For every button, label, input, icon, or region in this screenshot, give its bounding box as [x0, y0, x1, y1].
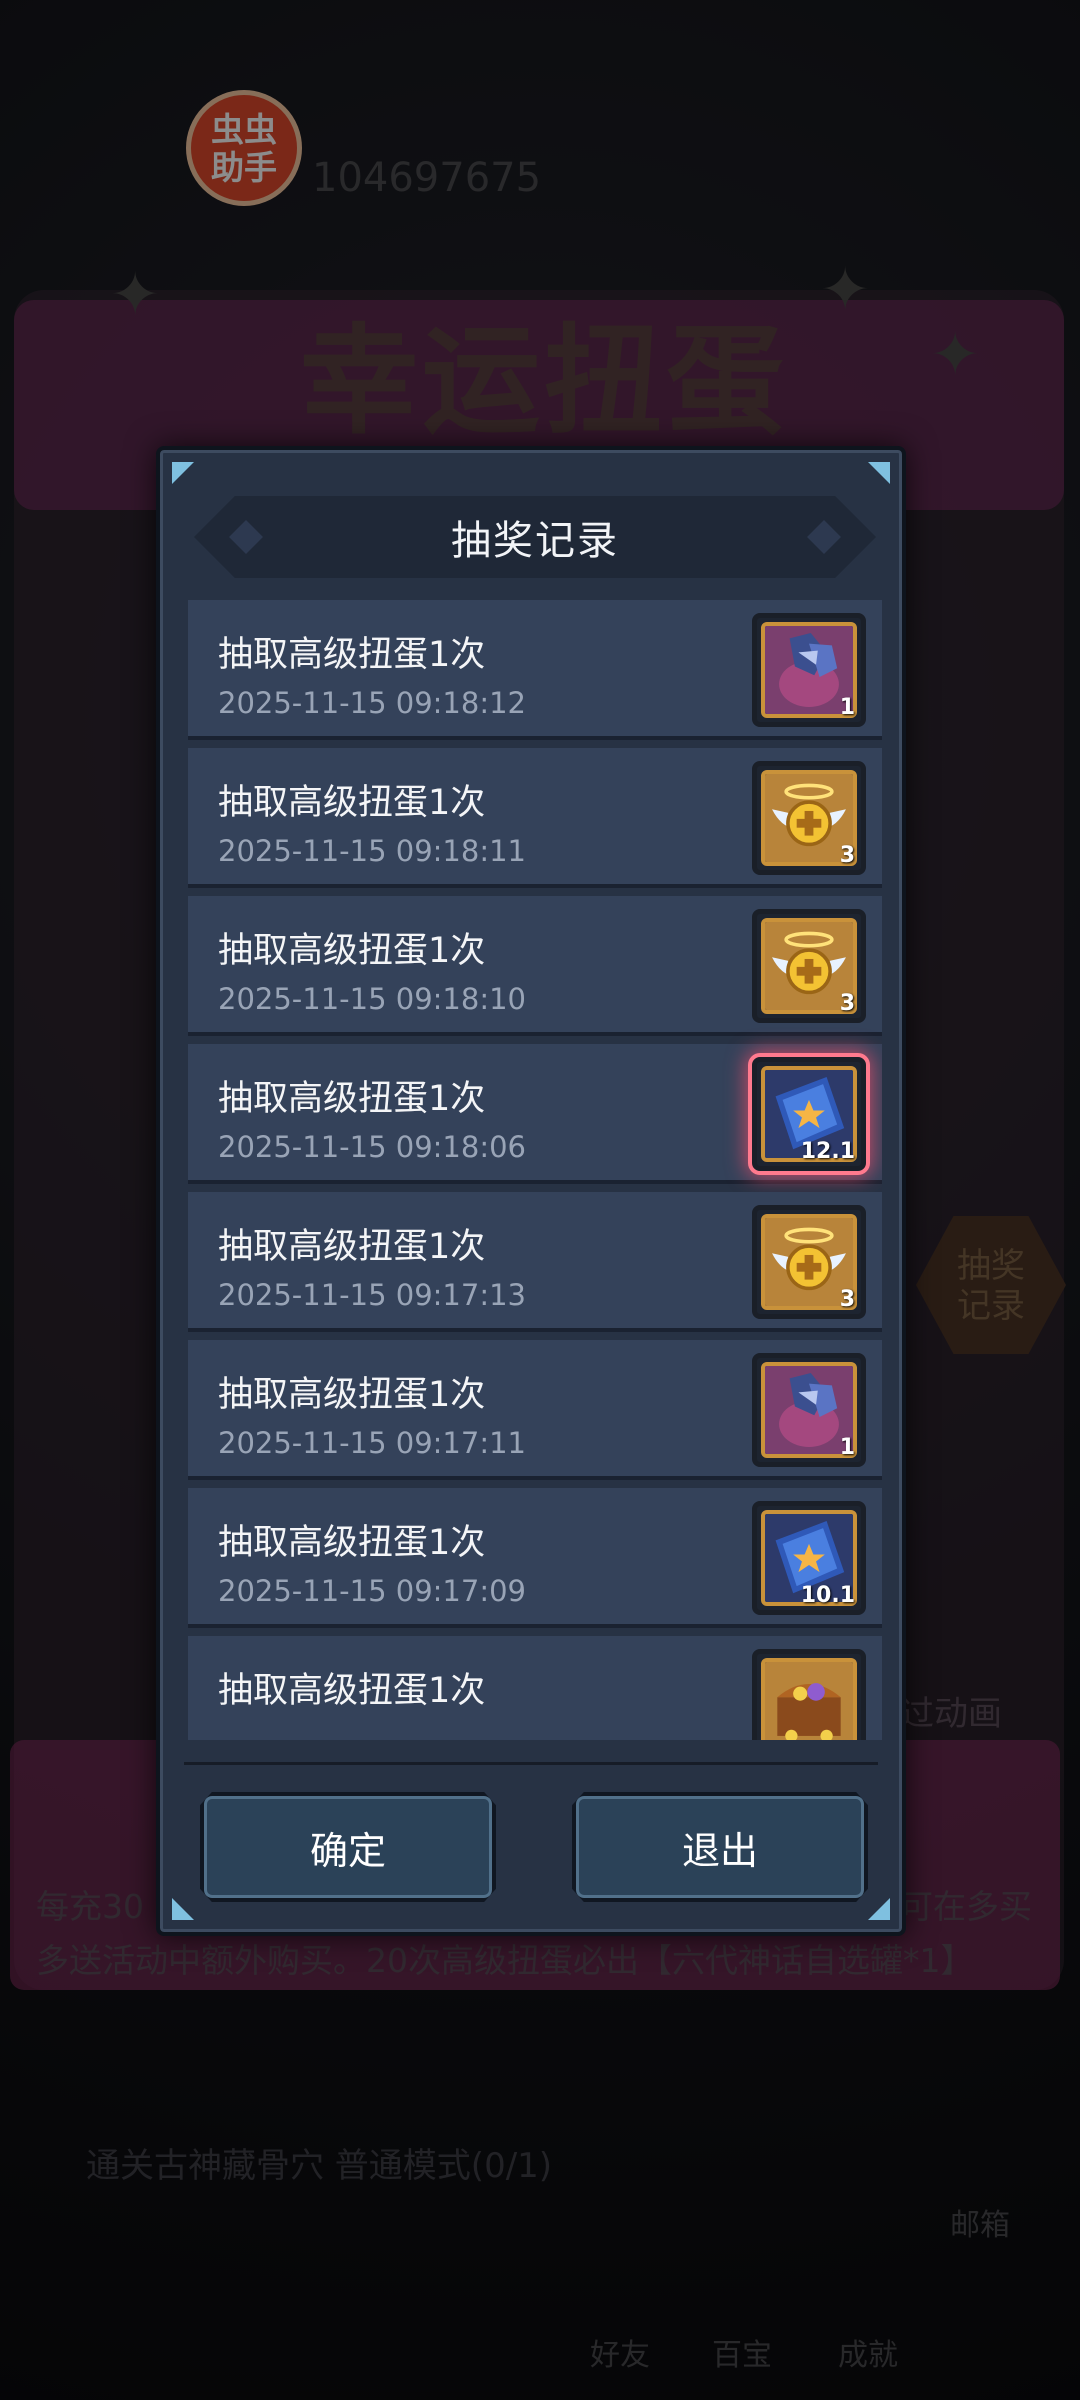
dialog-title: 抽奖记录: [451, 518, 619, 564]
divider: [184, 1762, 878, 1765]
item-count: 1: [839, 1435, 855, 1460]
exit-button[interactable]: 退出: [572, 1792, 868, 1902]
corner-decoration: [868, 1898, 890, 1920]
record-label: 抽取高级扭蛋1次: [218, 635, 486, 675]
record-row: 抽取高级扭蛋1次 2025-11-15 09:17:09 10.1: [188, 1488, 882, 1628]
record-row: 抽取高级扭蛋1次 2025-11-15 09:18:11 3: [188, 748, 882, 888]
draw-record-dialog: 抽奖记录 抽取高级扭蛋1次 2025-11-15 09:18:12 1 抽取高级扭蛋1…: [156, 446, 906, 1936]
corner-decoration: [172, 462, 194, 484]
record-list[interactable]: 抽取高级扭蛋1次 2025-11-15 09:18:12 1 抽取高级扭蛋1次 2025…: [188, 600, 882, 1740]
record-row: 抽取高级扭蛋1次 2025-11-15 09:18:06 12.1: [188, 1044, 882, 1184]
confirm-button[interactable]: 确定: [200, 1792, 496, 1902]
reward-item-slot[interactable]: 3: [752, 761, 866, 875]
treasure-chest-icon: [761, 1658, 857, 1740]
item-count: 1: [839, 695, 855, 720]
reward-item-slot[interactable]: 3: [752, 1205, 866, 1319]
reward-item-slot[interactable]: 1: [752, 613, 866, 727]
diamond-ornament-icon: [229, 520, 263, 554]
record-label: 抽取高级扭蛋1次: [218, 1523, 486, 1563]
record-time: 2025-11-15 09:17:11: [218, 1426, 526, 1460]
reward-item-slot[interactable]: [752, 1649, 866, 1740]
record-time: 2025-11-15 09:18:06: [218, 1130, 526, 1164]
record-time: 2025-11-15 09:18:11: [218, 834, 526, 868]
item-count: 3: [839, 843, 855, 868]
item-count: 3: [839, 1287, 855, 1312]
item-count: 12.1: [800, 1139, 855, 1164]
record-label: 抽取高级扭蛋1次: [218, 783, 486, 823]
record-label: 抽取高级扭蛋1次: [218, 1375, 486, 1415]
item-count: 10.1: [800, 1583, 855, 1608]
record-label: 抽取高级扭蛋1次: [218, 1671, 486, 1711]
reward-item-slot[interactable]: 1: [752, 1353, 866, 1467]
record-label: 抽取高级扭蛋1次: [218, 1227, 486, 1267]
record-row: 抽取高级扭蛋1次 2025-11-15 09:17:13 3: [188, 1192, 882, 1332]
corner-decoration: [172, 1898, 194, 1920]
record-time: 2025-11-15 09:18:10: [218, 982, 526, 1016]
reward-item-slot[interactable]: 3: [752, 909, 866, 1023]
dialog-title-bar: 抽奖记录: [194, 496, 876, 578]
game-screen: 虫虫 助手 104697675 幸运扭蛋 ✦ ✦ ✦ 抽奖 记录 过动画 每充3…: [0, 0, 1080, 2400]
record-row: 抽取高级扭蛋1次 2025-11-15 09:17:11 1: [188, 1340, 882, 1480]
diamond-ornament-icon: [807, 520, 841, 554]
record-time: 2025-11-15 09:18:12: [218, 686, 526, 720]
record-label: 抽取高级扭蛋1次: [218, 1079, 486, 1119]
reward-item-slot[interactable]: 12.1: [752, 1057, 866, 1171]
record-row: 抽取高级扭蛋1次: [188, 1636, 882, 1740]
record-row: 抽取高级扭蛋1次 2025-11-15 09:18:10 3: [188, 896, 882, 1036]
record-time: 2025-11-15 09:17:13: [218, 1278, 526, 1312]
record-row: 抽取高级扭蛋1次 2025-11-15 09:18:12 1: [188, 600, 882, 740]
record-time: 2025-11-15 09:17:09: [218, 1574, 526, 1608]
item-count: 3: [839, 991, 855, 1016]
record-label: 抽取高级扭蛋1次: [218, 931, 486, 971]
corner-decoration: [868, 462, 890, 484]
reward-item-slot[interactable]: 10.1: [752, 1501, 866, 1615]
